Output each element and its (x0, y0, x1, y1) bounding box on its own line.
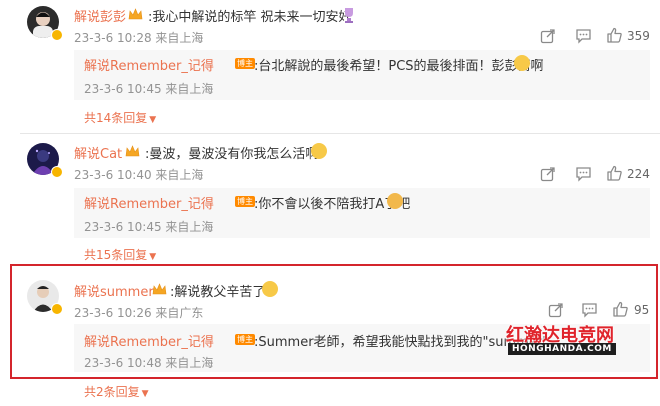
more-replies-label: 共2条回复 (84, 385, 140, 399)
crown-icon (128, 8, 143, 20)
blogger-tag: 博主 (235, 196, 255, 207)
like-count: 95 (634, 303, 650, 317)
reply-time: 23-3-6 10:48 来自上海 (84, 356, 214, 370)
share-icon[interactable] (540, 166, 556, 182)
watermark-url: HONGHANDA.COM (508, 343, 616, 355)
comment-text: :曼波，曼波没有你我怎么活啊 (145, 147, 319, 162)
reply-text: :Summer老師，希望我能快點找到我的"summer" (254, 335, 549, 350)
reply-time: 23-3-6 10:45 来自上海 (84, 220, 214, 234)
more-replies-link[interactable]: 共2条回复 ▼ (84, 383, 149, 400)
chevron-down-icon: ▼ (149, 115, 157, 125)
crying-emoji-icon (311, 143, 327, 159)
crown-icon (152, 283, 167, 295)
comment-icon[interactable] (575, 28, 592, 44)
blogger-tag: 博主 (235, 58, 255, 69)
more-replies-link[interactable]: 共15条回复 ▼ (84, 246, 156, 263)
verified-badge-icon (51, 166, 63, 178)
reply-username[interactable]: 解说Remember_记得 (84, 55, 214, 74)
like-count: 224 (627, 167, 650, 181)
like-icon[interactable] (612, 301, 629, 318)
reply-text: :台北解說的最後希望！PCS的最後排面！彭彭衝啊 (254, 59, 544, 74)
reply-username[interactable]: 解说Remember_记得 (84, 193, 214, 212)
verified-badge-icon (51, 29, 63, 41)
comment-text: :解说教父辛苦了 (170, 285, 266, 300)
verified-badge-icon (51, 303, 63, 315)
hug-emoji-icon (262, 281, 278, 297)
comment-icon[interactable] (575, 166, 592, 182)
divider (20, 133, 660, 134)
blogger-tag: 博主 (235, 334, 255, 345)
like-icon[interactable] (606, 165, 623, 182)
dog-emoji-icon (387, 193, 403, 209)
comment-time: 23-3-6 10:40 来自上海 (74, 168, 204, 182)
comment-text: :我心中解说的标竿 祝未来一切安好 (148, 10, 352, 25)
chevron-down-icon: ▼ (141, 389, 149, 399)
watermark: 红瀚达电竞网 HONGHANDA.COM (506, 321, 616, 357)
crown-icon (125, 145, 140, 157)
comment-username[interactable]: 解说summer (74, 281, 154, 300)
comment-username[interactable]: 解说彭彭 (74, 6, 126, 25)
like-icon[interactable] (606, 27, 623, 44)
more-replies-link[interactable]: 共14条回复 ▼ (84, 109, 156, 126)
comment-username[interactable]: 解说Cat (74, 143, 122, 162)
comment-time: 23-3-6 10:28 来自上海 (74, 31, 204, 45)
comment-icon[interactable] (581, 302, 598, 318)
share-icon[interactable] (548, 302, 564, 318)
reply-time: 23-3-6 10:45 来自上海 (84, 82, 214, 96)
trophy-emoji-icon (345, 8, 353, 23)
chevron-down-icon: ▼ (149, 252, 157, 262)
comment-time: 23-3-6 10:26 来自广东 (74, 306, 204, 320)
more-replies-label: 共14条回复 (84, 111, 148, 125)
like-count: 359 (627, 29, 650, 43)
share-icon[interactable] (540, 28, 556, 44)
more-replies-label: 共15条回复 (84, 248, 148, 262)
reply-username[interactable]: 解说Remember_记得 (84, 331, 214, 350)
crying-emoji-icon (514, 55, 530, 71)
